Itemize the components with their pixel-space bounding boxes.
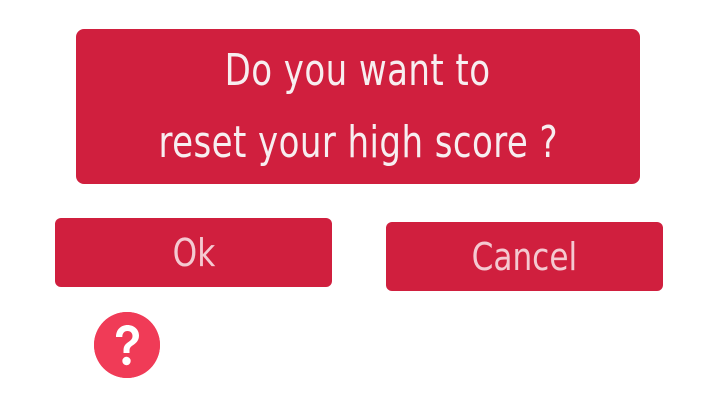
ok-button[interactable]: Ok [55,218,332,287]
ok-button-label: Ok [172,230,215,275]
message-panel: Do you want to reset your high score ? [76,29,640,184]
cancel-button[interactable]: Cancel [386,222,663,291]
help-button[interactable] [94,312,160,378]
question-mark-icon [94,312,160,378]
cancel-button-label: Cancel [471,234,578,279]
reset-high-score-dialog: Do you want to reset your high score ? O… [0,0,720,401]
message-line-2: reset your high score ? [158,116,558,168]
message-line-1: Do you want to [225,44,491,96]
